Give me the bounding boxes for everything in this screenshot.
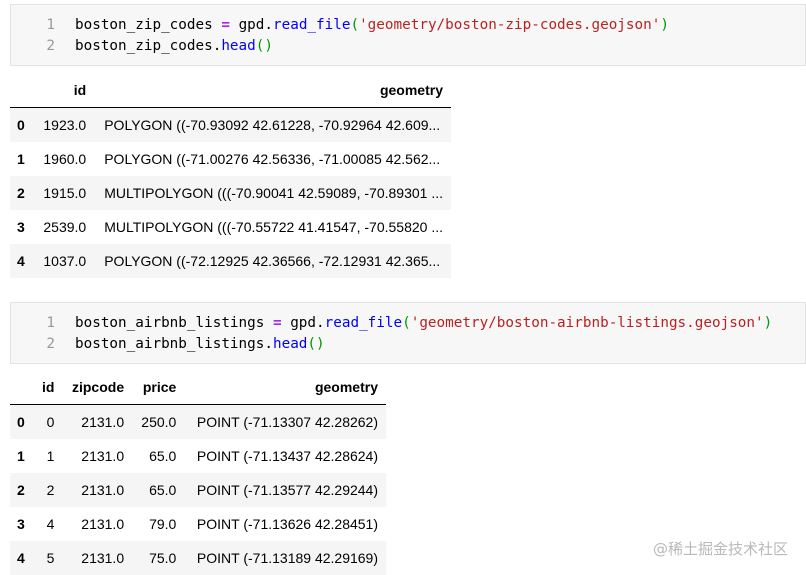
cell-id: 1960.0: [43, 151, 87, 167]
column-header-price: price: [132, 370, 185, 405]
row-index: 3: [17, 219, 25, 235]
code-paren-close: ): [660, 17, 669, 33]
cell-id: 1: [46, 448, 55, 464]
table-row: 4 1037.0 POLYGON ((-72.12925 42.36566, -…: [10, 244, 451, 278]
row-index: 2: [17, 482, 25, 498]
index-header: [10, 73, 33, 108]
cell-zipcode: 2131.0: [81, 516, 125, 532]
column-header-geometry: geometry: [94, 73, 451, 108]
index-header: [10, 370, 34, 405]
table-row: 3 2539.0 MULTIPOLYGON (((-70.55722 41.41…: [10, 210, 451, 244]
code-operator: =: [272, 315, 282, 331]
line-number: 1: [46, 315, 55, 331]
code-line-2: 2 boston_airbnb_listings. head(): [11, 334, 805, 355]
cell-id: 1915.0: [43, 185, 87, 201]
cell-geometry: POINT (-71.13189 42.29169): [196, 550, 378, 566]
cell-id: 1923.0: [43, 117, 87, 133]
line-number: 2: [46, 38, 55, 54]
table-row: 2 1915.0 MULTIPOLYGON (((-70.90041 42.59…: [10, 176, 451, 210]
code-variable: boston_zip_codes: [75, 17, 213, 33]
row-index: 4: [17, 550, 25, 566]
table-header-row: id geometry: [10, 73, 451, 108]
code-function: head: [221, 38, 256, 54]
code-parens: (): [307, 336, 325, 352]
code-function: read_file: [273, 17, 351, 33]
code-cell-airbnb-listings[interactable]: 1 boston_airbnb_listings = gpd. read_file…: [10, 302, 806, 364]
code-string: 'geometry/boston-airbnb-listings.geojson…: [410, 315, 764, 331]
row-index: 2: [17, 185, 25, 201]
code-line-2: 2 boston_zip_codes. head(): [11, 36, 805, 57]
code-line-1: 1 boston_zip_codes = gpd. read_file('geom…: [11, 15, 805, 36]
cell-zipcode: 2131.0: [81, 448, 125, 464]
code-variable: boston_airbnb_listings.: [75, 336, 273, 352]
column-header-id: id: [32, 73, 95, 108]
line-number: 1: [46, 17, 55, 33]
line-number: 2: [46, 336, 55, 352]
row-index: 1: [17, 151, 25, 167]
cell-id: 2: [46, 482, 55, 498]
cell-id: 1037.0: [43, 253, 87, 269]
cell-geometry: POINT (-71.13626 42.28451): [196, 516, 378, 532]
cell-zipcode: 2131.0: [81, 550, 125, 566]
table-row: 4 5 2131.0 75.0 POINT (-71.13189 42.2916…: [10, 541, 386, 575]
code-module: gpd.: [290, 315, 325, 331]
code-function: head: [272, 336, 308, 352]
row-index: 1: [17, 448, 25, 464]
code-line-1: 1 boston_airbnb_listings = gpd. read_file…: [11, 313, 805, 334]
cell-zipcode: 2131.0: [81, 414, 125, 430]
dataframe-zip-codes: id geometry 0 1923.0 POLYGON ((-70.93092…: [10, 73, 451, 278]
row-index: 4: [17, 253, 25, 269]
cell-geometry: POLYGON ((-70.93092 42.61228, -70.92964 …: [104, 117, 441, 133]
code-string: 'geometry/boston-zip-codes.geojson': [359, 17, 661, 33]
table-header-row: id zipcode price geometry: [10, 370, 386, 405]
table-row: 0 1923.0 POLYGON ((-70.93092 42.61228, -…: [10, 107, 451, 142]
row-index: 3: [17, 516, 25, 532]
code-function: read_file: [324, 315, 403, 331]
column-header-id: id: [33, 370, 63, 405]
code-paren-open: (: [350, 17, 360, 33]
code-variable: boston_zip_codes.: [75, 38, 222, 54]
cell-price: 65.0: [149, 482, 177, 498]
cell-id: 4: [46, 516, 55, 532]
cell-geometry: POINT (-71.13437 42.28624): [196, 448, 378, 464]
cell-geometry: POINT (-71.13577 42.29244): [196, 482, 378, 498]
code-module: gpd.: [238, 17, 273, 33]
cell-id: 2539.0: [43, 219, 87, 235]
code-paren-open: (: [402, 315, 411, 331]
cell-price: 79.0: [149, 516, 177, 532]
cell-geometry: POINT (-71.13307 42.28262): [196, 414, 378, 430]
code-paren-close: ): [763, 315, 773, 331]
row-index: 0: [17, 117, 25, 133]
cell-id: 5: [46, 550, 55, 566]
cell-geometry: MULTIPOLYGON (((-70.55722 41.41547, -70.…: [104, 219, 443, 235]
cell-geometry: POLYGON ((-71.00276 42.56336, -71.00085 …: [104, 151, 441, 167]
column-header-geometry: geometry: [184, 370, 386, 405]
table-row: 0 0 2131.0 250.0 POINT (-71.13307 42.282…: [10, 404, 386, 439]
table-row: 2 2 2131.0 65.0 POINT (-71.13577 42.2924…: [10, 473, 386, 507]
cell-price: 250.0: [141, 414, 177, 430]
dataframe-airbnb-listings: id zipcode price geometry 0 0 2131.0 250…: [10, 370, 386, 575]
cell-id: 0: [46, 414, 55, 430]
table-row: 1 1960.0 POLYGON ((-71.00276 42.56336, -…: [10, 142, 451, 176]
row-index: 0: [17, 414, 25, 430]
cell-price: 65.0: [149, 448, 177, 464]
table-row: 3 4 2131.0 79.0 POINT (-71.13626 42.2845…: [10, 507, 386, 541]
code-cell-zip-codes[interactable]: 1 boston_zip_codes = gpd. read_file('geom…: [10, 4, 806, 66]
code-variable: boston_airbnb_listings: [75, 315, 265, 331]
code-operator: =: [221, 17, 230, 33]
cell-zipcode: 2131.0: [81, 482, 125, 498]
cell-geometry: POLYGON ((-72.12925 42.36566, -72.12931 …: [104, 253, 441, 269]
column-header-zipcode: zipcode: [62, 370, 133, 405]
table-row: 1 1 2131.0 65.0 POINT (-71.13437 42.2862…: [10, 439, 386, 473]
cell-geometry: MULTIPOLYGON (((-70.90041 42.59089, -70.…: [104, 185, 443, 201]
watermark: @稀土掘金技术社区: [652, 540, 788, 558]
code-parens: (): [255, 38, 273, 54]
cell-price: 75.0: [149, 550, 177, 566]
